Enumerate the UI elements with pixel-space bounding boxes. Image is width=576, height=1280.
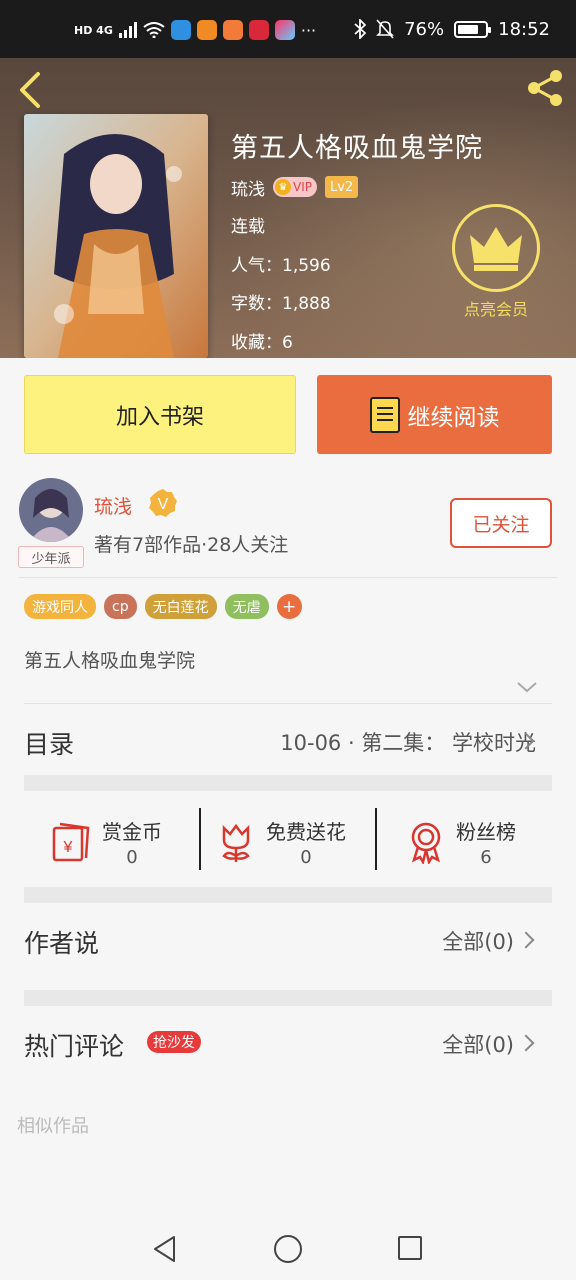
social-app-icon bbox=[222, 20, 243, 40]
continue-reading-label: 继续阅读 bbox=[407, 404, 500, 431]
wifi-icon bbox=[143, 22, 165, 38]
book-header: 第五人格吸血鬼学院 琉浅 ♛ VIP Lv2 连载 人气：1,596 字数：1,… bbox=[0, 58, 576, 358]
member-crown-icon bbox=[452, 204, 540, 292]
stat-text: 赏金币 0 bbox=[102, 816, 162, 868]
flower-icon bbox=[222, 823, 250, 862]
clock: 18:52 bbox=[498, 18, 550, 40]
similar-works-label: 相似作品 bbox=[17, 1116, 89, 1137]
network-indicator: HD 4G bbox=[74, 23, 113, 37]
author-avatar-tag: 少年派 bbox=[18, 546, 84, 568]
level-badge: Lv2 bbox=[324, 176, 359, 198]
add-to-shelf-button[interactable]: 加入书架 bbox=[24, 375, 296, 454]
catalog-latest-chapter[interactable]: 10-06 · 第二集： 学校时光 bbox=[280, 727, 536, 757]
reward-coins-button[interactable]: ¥ 赏金币 0 bbox=[50, 812, 162, 872]
reading-app-icon bbox=[248, 20, 269, 40]
signal-icon bbox=[118, 22, 137, 38]
verified-badge-icon: V bbox=[149, 489, 177, 517]
book-popularity: 人气：1,596 bbox=[231, 256, 331, 276]
verified-badge-label: V bbox=[158, 496, 169, 513]
vip-label: VIP bbox=[293, 180, 312, 194]
follow-button[interactable]: 已关注 bbox=[450, 498, 552, 548]
stat-label: 粉丝榜 bbox=[456, 820, 516, 844]
tag-chip[interactable]: 无虐 bbox=[224, 594, 269, 619]
membership-button[interactable]: 点亮会员 bbox=[448, 204, 544, 324]
fan-ranking-button[interactable]: 粉丝榜 6 bbox=[404, 812, 516, 872]
book-word-count: 字数：1,888 bbox=[231, 294, 331, 314]
stat-separator bbox=[199, 808, 201, 870]
add-tag-button[interactable]: + bbox=[276, 594, 302, 619]
home-circle-icon[interactable] bbox=[272, 1233, 304, 1265]
status-bar: HD 4G ··· 76% 18:52 bbox=[0, 0, 576, 58]
book-favorites: 收藏：6 bbox=[231, 333, 293, 353]
expand-chevron-icon[interactable] bbox=[516, 680, 538, 694]
author-says-label[interactable]: 作者说 bbox=[24, 924, 99, 960]
status-right: 76% 18:52 bbox=[354, 14, 550, 44]
continue-reading-button[interactable]: 继续阅读 bbox=[317, 375, 552, 454]
crown-icon: ♛ bbox=[275, 179, 291, 195]
latest-chapter-text: 10-06 · 第二集： 学校时光 bbox=[280, 731, 536, 755]
book-cover-image[interactable] bbox=[24, 114, 208, 358]
book-status: 连载 bbox=[231, 217, 265, 237]
battery-icon bbox=[454, 20, 492, 38]
first-comment-badge[interactable]: 抢沙发 bbox=[147, 1031, 201, 1053]
member-label: 点亮会员 bbox=[463, 300, 528, 319]
svg-text:¥: ¥ bbox=[63, 839, 73, 856]
stat-separator bbox=[375, 808, 377, 870]
tag-list: 游戏同人 cp 无白莲花 无虐 + bbox=[24, 594, 302, 619]
catalog-label[interactable]: 目录 bbox=[24, 725, 74, 761]
book-icon bbox=[369, 396, 400, 433]
author-says-all[interactable]: 全部(0) bbox=[442, 926, 514, 956]
status-left: HD 4G ··· bbox=[74, 18, 316, 42]
stat-value: 6 bbox=[480, 847, 492, 868]
section-separator bbox=[24, 775, 552, 791]
author-name[interactable]: 琉浅 bbox=[94, 492, 132, 519]
tag-chip[interactable]: 游戏同人 bbox=[24, 594, 96, 619]
share-icon[interactable] bbox=[524, 68, 566, 108]
chevron-right-icon bbox=[517, 931, 535, 949]
medal-icon bbox=[411, 822, 441, 864]
gallery-app-icon bbox=[274, 20, 295, 40]
mute-bell-icon bbox=[376, 19, 395, 39]
battery-percent: 76% bbox=[404, 18, 445, 40]
back-triangle-icon[interactable] bbox=[150, 1234, 180, 1264]
author-meta: 著有7部作品·28人关注 bbox=[94, 534, 289, 556]
section-separator bbox=[24, 990, 552, 1006]
stat-value: 0 bbox=[126, 847, 138, 868]
tag-chip[interactable]: cp bbox=[104, 594, 137, 619]
vip-badge: ♛ VIP bbox=[273, 177, 317, 197]
tag-chip[interactable]: 无白莲花 bbox=[144, 594, 217, 619]
recents-square-icon[interactable] bbox=[396, 1234, 424, 1262]
author-avatar[interactable] bbox=[19, 478, 83, 542]
chevron-right-icon bbox=[517, 1034, 535, 1052]
stat-label: 免费送花 bbox=[266, 820, 346, 844]
back-arrow-icon[interactable] bbox=[16, 70, 44, 110]
stat-text: 免费送花 0 bbox=[266, 816, 346, 868]
section-separator bbox=[24, 887, 552, 903]
envelope-coin-icon: ¥ bbox=[52, 822, 90, 862]
free-flowers-button[interactable]: 免费送花 0 bbox=[214, 812, 346, 872]
video-app-icon bbox=[196, 20, 217, 40]
book-author[interactable]: 琉浅 bbox=[231, 175, 265, 200]
bluetooth-icon bbox=[354, 19, 367, 39]
hot-comments-all[interactable]: 全部(0) bbox=[442, 1029, 514, 1059]
app-notification-icon bbox=[170, 20, 191, 40]
system-nav-bar bbox=[0, 1216, 576, 1280]
book-description: 第五人格吸血鬼学院 bbox=[24, 650, 196, 672]
book-title: 第五人格吸血鬼学院 bbox=[231, 133, 483, 164]
battery-fill bbox=[458, 24, 478, 34]
divider bbox=[18, 577, 558, 578]
hot-comments-label[interactable]: 热门评论 bbox=[24, 1027, 124, 1063]
stat-value: 0 bbox=[300, 847, 312, 868]
stat-label: 赏金币 bbox=[102, 820, 162, 844]
stat-text: 粉丝榜 6 bbox=[456, 816, 516, 868]
book-author-row: 琉浅 ♛ VIP Lv2 bbox=[231, 174, 359, 200]
divider bbox=[24, 703, 552, 704]
more-notifications: ··· bbox=[300, 20, 317, 40]
